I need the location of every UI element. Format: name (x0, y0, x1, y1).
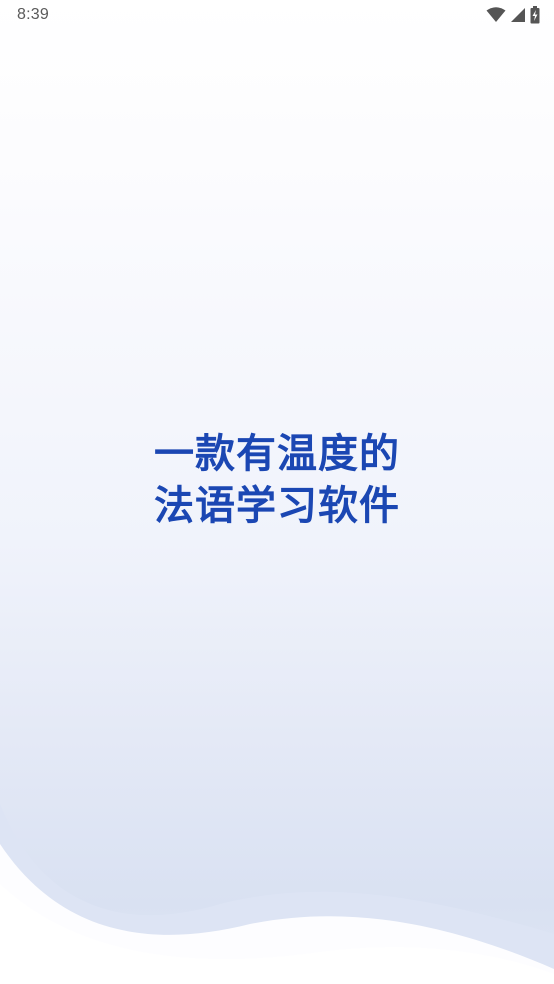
status-bar: 8:39 (0, 0, 554, 30)
signal-icon (510, 7, 526, 23)
wifi-icon (486, 7, 506, 23)
splash-tagline: 一款有温度的 法语学习软件 (0, 428, 554, 532)
tagline-line-1: 一款有温度的 (154, 431, 400, 477)
battery-charging-icon (530, 6, 540, 24)
tagline-line-2: 法语学习软件 (154, 483, 400, 529)
status-time: 8:39 (17, 6, 49, 23)
bottom-wave-decoration (0, 804, 554, 984)
status-icons (486, 6, 540, 24)
